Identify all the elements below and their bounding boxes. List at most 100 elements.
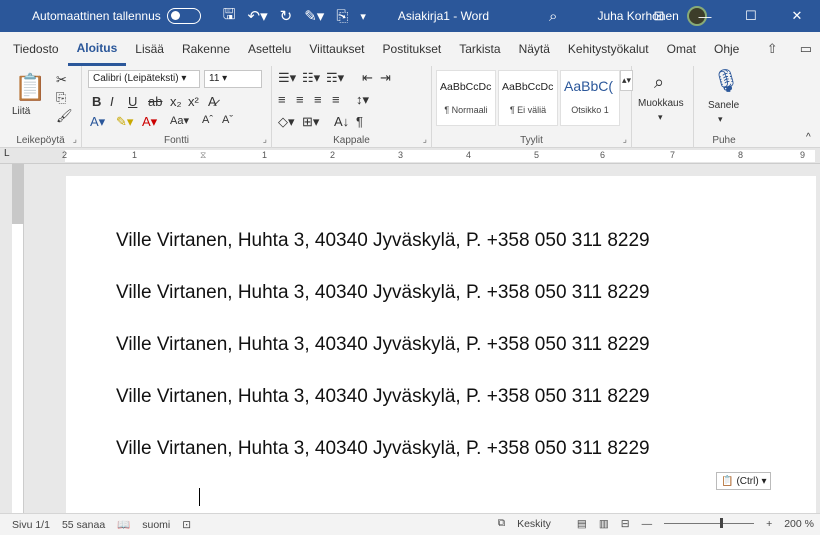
undo-icon[interactable]: ↶▾ — [248, 7, 268, 25]
font-launcher-icon[interactable]: ⌟ — [263, 134, 267, 145]
document-line[interactable]: Ville Virtanen, Huhta 3, 40340 Jyväskylä… — [116, 386, 650, 408]
highlight-icon[interactable]: ✎▾ — [116, 114, 133, 130]
tab-kehitystyokalut[interactable]: Kehitystyökalut — [559, 32, 658, 66]
style-heading-1[interactable]: AaBbC( Otsikko 1 — [560, 70, 620, 126]
tab-tarkista[interactable]: Tarkista — [450, 32, 509, 66]
page-count[interactable]: Sivu 1/1 — [12, 519, 50, 531]
focus-mode-icon[interactable]: ⧉ — [498, 517, 506, 530]
style-normal[interactable]: AaBbCcDc ¶ Normaali — [436, 70, 496, 126]
find-icon[interactable]: ⌕ — [654, 72, 664, 93]
tab-asettelu[interactable]: Asettelu — [239, 32, 300, 66]
tab-viittaukset[interactable]: Viittaukset — [300, 32, 373, 66]
cut-icon[interactable]: ✂ — [56, 72, 67, 88]
vertical-ruler[interactable] — [12, 164, 24, 513]
style-no-spacing[interactable]: AaBbCcDc ¶ Ei väliä — [498, 70, 558, 126]
tab-lisaa[interactable]: Lisää — [126, 32, 173, 66]
tab-tiedosto[interactable]: Tiedosto — [4, 32, 68, 66]
paste-label[interactable]: Liitä — [12, 106, 30, 117]
read-mode-icon[interactable]: ▤ — [577, 518, 587, 530]
qat-more-icon[interactable]: ▾ — [360, 10, 366, 23]
italic-icon[interactable]: I — [110, 94, 114, 109]
document-line[interactable]: Ville Virtanen, Huhta 3, 40340 Jyväskylä… — [116, 438, 650, 460]
align-center-icon[interactable]: ≡ — [296, 92, 304, 107]
decrease-indent-icon[interactable]: ⇤ — [362, 70, 373, 86]
print-layout-icon[interactable]: ▥ — [599, 518, 609, 530]
multilevel-list-icon[interactable]: ☶▾ — [326, 70, 344, 86]
redo-icon[interactable]: ↻ — [280, 7, 293, 25]
proofing-icon[interactable]: 📖 — [117, 518, 130, 531]
styles-launcher-icon[interactable]: ⌟ — [623, 134, 627, 145]
editing-dropdown-icon[interactable]: ▾ — [658, 112, 663, 123]
shrink-font-icon[interactable]: Aˇ — [222, 114, 233, 126]
save-icon[interactable]: 🖫 — [223, 4, 236, 29]
focus-mode-label[interactable]: Keskity — [517, 518, 551, 530]
clear-formatting-icon[interactable]: A̷ — [208, 94, 217, 109]
dictate-label[interactable]: Sanele — [708, 100, 739, 111]
microphone-icon[interactable]: 🎙 — [712, 68, 740, 94]
justify-icon[interactable]: ≡ — [332, 92, 340, 107]
tab-omat[interactable]: Omat — [658, 32, 705, 66]
font-color-icon[interactable]: A▾ — [142, 114, 157, 130]
word-count[interactable]: 55 sanaa — [62, 519, 105, 531]
zoom-in-icon[interactable]: + — [766, 518, 772, 530]
maximize-button[interactable]: ☐ — [728, 0, 774, 32]
customize-icon[interactable]: ⎘ — [336, 8, 348, 25]
underline-icon[interactable]: U — [128, 94, 137, 109]
format-painter-icon[interactable]: ✎▾ — [304, 7, 324, 25]
text-effects-icon[interactable]: A▾ — [90, 114, 105, 130]
copy-icon[interactable]: ⎘ — [56, 90, 66, 106]
align-left-icon[interactable]: ≡ — [278, 92, 286, 107]
dictate-dropdown-icon[interactable]: ▾ — [718, 114, 723, 125]
borders-icon[interactable]: ⊞▾ — [302, 114, 319, 130]
font-size-box[interactable]: 11 ▾ — [204, 70, 262, 88]
zoom-out-icon[interactable]: — — [642, 518, 653, 530]
collapse-ribbon-icon[interactable]: ^ — [806, 132, 811, 143]
align-right-icon[interactable]: ≡ — [314, 92, 322, 107]
tab-rakenne[interactable]: Rakenne — [173, 32, 239, 66]
tab-aloitus[interactable]: Aloitus — [67, 32, 127, 66]
share-icon[interactable]: ⇧ — [767, 41, 778, 57]
document-page[interactable]: Ville Virtanen, Huhta 3, 40340 Jyväskylä… — [66, 176, 816, 516]
tab-ohje[interactable]: Ohje — [705, 32, 748, 66]
paste-options-button[interactable]: 📋 (Ctrl) ▾ — [716, 472, 772, 490]
tab-postitukset[interactable]: Postitukset — [374, 32, 451, 66]
paragraph-launcher-icon[interactable]: ⌟ — [423, 134, 427, 145]
zoom-slider[interactable] — [664, 518, 755, 528]
tab-nayta[interactable]: Näytä — [510, 32, 559, 66]
line-spacing-icon[interactable]: ↕▾ — [356, 92, 369, 108]
strikethrough-icon[interactable]: ab — [148, 94, 162, 109]
comments-icon[interactable]: ▭ — [800, 41, 812, 57]
document-line[interactable]: Ville Virtanen, Huhta 3, 40340 Jyväskylä… — [116, 282, 650, 304]
document-line[interactable]: Ville Virtanen, Huhta 3, 40340 Jyväskylä… — [116, 334, 650, 356]
grow-font-icon[interactable]: Aˆ — [202, 114, 213, 126]
tab-selector-icon[interactable]: L — [4, 148, 10, 159]
autosave-control[interactable]: Automaattinen tallennus — [32, 8, 201, 24]
indent-marker-icon[interactable]: ⧖ — [200, 150, 206, 161]
bullets-icon[interactable]: ☰▾ — [278, 70, 296, 86]
zoom-level[interactable]: 200 % — [784, 518, 814, 530]
document-line[interactable]: Ville Virtanen, Huhta 3, 40340 Jyväskylä… — [116, 230, 650, 252]
numbering-icon[interactable]: ☷▾ — [302, 70, 320, 86]
sort-icon[interactable]: A↓ — [334, 114, 349, 129]
superscript-icon[interactable]: x² — [188, 94, 199, 109]
horizontal-ruler[interactable]: L 2 1 ⧖ 1 2 3 4 5 6 7 8 9 — [0, 148, 820, 164]
autosave-toggle[interactable] — [166, 8, 201, 24]
close-button[interactable]: ✕ — [774, 0, 820, 32]
increase-indent-icon[interactable]: ⇥ — [380, 70, 391, 86]
bold-icon[interactable]: B — [92, 94, 101, 109]
font-name-box[interactable]: Calibri (Leipäteksti) ▾ — [88, 70, 200, 88]
web-layout-icon[interactable]: ⊟ — [621, 518, 630, 530]
shading-icon[interactable]: ◇▾ — [278, 114, 295, 130]
ribbon-display-icon[interactable]: ⊡ — [636, 0, 682, 32]
editing-label[interactable]: Muokkaus — [638, 98, 684, 109]
accessibility-icon[interactable]: ⊡ — [182, 519, 191, 531]
language[interactable]: suomi — [142, 519, 170, 531]
paste-icon[interactable]: 📋 — [14, 72, 46, 103]
search-icon[interactable]: ⌕ — [549, 8, 557, 25]
format-painter-icon[interactable]: 🖌 — [56, 108, 73, 124]
change-case-icon[interactable]: Aa▾ — [170, 114, 189, 127]
minimize-button[interactable]: — — [682, 0, 728, 32]
clipboard-launcher-icon[interactable]: ⌟ — [73, 134, 77, 145]
subscript-icon[interactable]: x₂ — [170, 94, 182, 109]
show-formatting-icon[interactable]: ¶ — [356, 114, 363, 129]
